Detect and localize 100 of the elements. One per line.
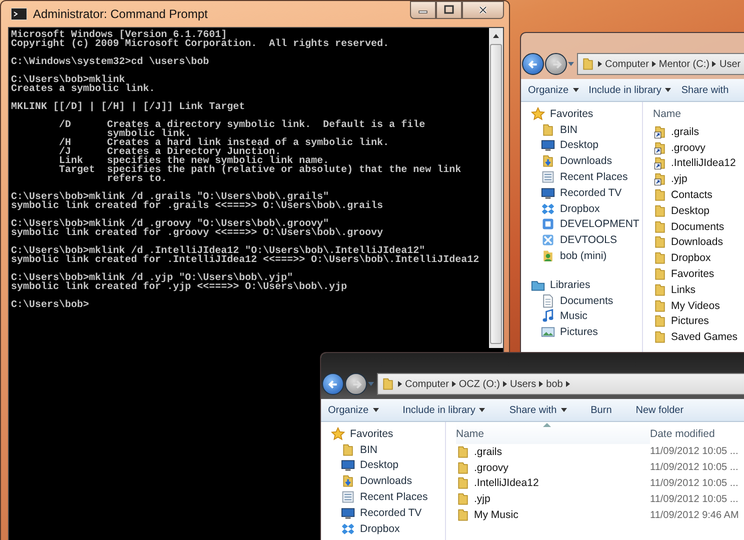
file-row[interactable]: .IntelliJIdea12 11/09/2012 10:05 ...	[456, 476, 744, 492]
console-icon	[11, 8, 27, 20]
nav-item[interactable]: Recorded TV	[531, 184, 642, 201]
nav-item[interactable]: Dropbox	[531, 200, 642, 217]
file-row[interactable]: .groovy	[653, 140, 744, 156]
file-row[interactable]: Contacts	[653, 187, 744, 203]
file-row[interactable]: My Music 11/09/2012 9:46 AM	[456, 507, 744, 523]
file-row[interactable]: Saved Games	[653, 329, 744, 346]
toolbar-button[interactable]: Organize	[323, 402, 384, 418]
console-line: /H Creates a hard link instead of a symbolic link.	[58, 139, 390, 148]
file-row[interactable]: Downloads	[653, 234, 744, 250]
nav-item[interactable]: Recent Places	[331, 489, 445, 505]
toolbar-button[interactable]: Share with	[676, 82, 734, 98]
breadcrumb[interactable]: Users	[510, 378, 536, 390]
history-caret-icon	[368, 382, 374, 386]
file-row[interactable]: Desktop	[653, 202, 744, 219]
nav-item[interactable]: Documents	[531, 292, 642, 309]
scrollbar[interactable]	[489, 28, 503, 348]
file-name: .grails	[474, 446, 502, 458]
nav-group[interactable]: Libraries	[531, 276, 642, 293]
document-icon	[541, 294, 555, 308]
breadcrumb[interactable]: Computer	[405, 378, 449, 390]
file-row[interactable]: Links	[653, 282, 744, 298]
nav-item[interactable]: Recent Places	[531, 169, 642, 185]
file-row[interactable]: Pictures	[653, 314, 744, 330]
file-row[interactable]: .grails 11/09/2012 10:05 ...	[456, 444, 744, 460]
forward-arrow-icon	[550, 58, 562, 70]
file-row[interactable]: .IntelliJIdea12	[653, 156, 744, 172]
nav-group[interactable]: Favorites	[531, 106, 642, 122]
console-line: Creates a symbolic link.	[11, 85, 156, 94]
maximize-button[interactable]	[436, 1, 462, 19]
file-row[interactable]: .yjp 11/09/2012 10:05 ...	[456, 491, 744, 508]
nav-item[interactable]: DEVTOOLS	[531, 232, 642, 248]
column-header[interactable]: Date modified	[650, 422, 715, 444]
toolbar-button[interactable]: Share with	[504, 402, 572, 418]
column-header[interactable]: Name	[653, 102, 744, 124]
toolbar-button[interactable]: Include in library	[398, 402, 490, 418]
nav-item[interactable]: Downloads	[331, 473, 445, 490]
file-name: .yjp	[671, 173, 688, 186]
back-button[interactable]	[322, 373, 344, 395]
file-row[interactable]: My Videos	[653, 298, 744, 314]
caret-icon	[560, 408, 567, 412]
nav-item[interactable]: Recorded TV	[331, 504, 445, 521]
scrollbar-thumb[interactable]	[490, 44, 502, 344]
date-modified: 11/09/2012 10:05 ...	[650, 494, 738, 505]
breadcrumb[interactable]: Mentor (C:)	[658, 58, 710, 70]
music-note-icon	[541, 309, 555, 324]
console-line: C:\Users\bob>	[11, 301, 90, 310]
folder-icon	[381, 377, 395, 391]
breadcrumb-arrow-icon	[503, 381, 508, 387]
breadcrumb[interactable]: Computer	[605, 58, 649, 70]
dropbox-icon	[341, 522, 355, 536]
breadcrumb-arrow-icon	[539, 381, 544, 387]
file-row[interactable]: .grails	[653, 124, 744, 140]
forward-button[interactable]	[545, 53, 567, 75]
breadcrumb-arrow-icon	[398, 381, 402, 387]
toolbar-button[interactable]: Include in library	[584, 82, 676, 98]
console-line: refers to.	[106, 175, 168, 184]
file-name: Favorites	[671, 268, 714, 280]
console-line: C:\Users\bob>mklink /d .grails "O:\Users\bob\.grails"	[11, 193, 330, 202]
console-line: symbolic link created for .grails <<===>> O:\Users\bob\.grails	[11, 202, 384, 211]
breadcrumb[interactable]: OCZ (O:)	[458, 378, 500, 390]
toolbar-button[interactable]: Organize	[523, 82, 584, 98]
breadcrumb[interactable]: User	[719, 58, 741, 70]
file-name: .IntelliJIdea12	[671, 157, 736, 170]
file-row[interactable]: Favorites	[653, 266, 744, 282]
folder-icon	[541, 122, 555, 137]
forward-button[interactable]	[345, 373, 367, 395]
file-row[interactable]: .groovy 11/09/2012 10:05 ...	[456, 460, 744, 476]
file-row[interactable]: Documents	[653, 218, 744, 235]
minimize-button[interactable]	[410, 1, 436, 19]
file-row[interactable]: .yjp	[653, 171, 744, 188]
folder-icon	[341, 442, 355, 457]
history-caret-icon	[568, 62, 574, 66]
column-header[interactable]: Name	[456, 422, 650, 444]
nav-item[interactable]: BIN	[331, 442, 445, 458]
nav-item[interactable]: Downloads	[531, 153, 642, 170]
breadcrumb[interactable]: bob	[546, 378, 563, 390]
nav-group[interactable]: Favorites	[331, 426, 445, 442]
toolbar-button[interactable]: New folder	[630, 402, 689, 418]
address-bar[interactable]: Computer Mentor (C:) User	[577, 53, 744, 75]
nav-item[interactable]: Music	[531, 308, 642, 324]
address-bar[interactable]: Computer OCZ (O:) Users bob	[377, 373, 744, 395]
file-name: Saved Games	[671, 331, 738, 344]
nav-item[interactable]: bob (mini)	[531, 248, 642, 264]
monitor-icon	[341, 458, 355, 472]
nav-item[interactable]: Dropbox	[331, 520, 445, 537]
nav-item[interactable]: DEVELOPMENT	[531, 216, 642, 232]
caret-icon	[372, 408, 379, 412]
nav-item[interactable]: Desktop	[331, 458, 445, 474]
nav-item[interactable]: Desktop	[531, 138, 642, 154]
back-button[interactable]	[522, 53, 544, 75]
maximize-icon	[444, 5, 454, 15]
tools-icon	[541, 233, 555, 248]
nav-item[interactable]: Pictures	[531, 324, 642, 340]
toolbar-button[interactable]: Burn	[586, 402, 617, 418]
nav-item[interactable]: BIN	[531, 122, 642, 138]
recent-places-icon	[341, 490, 355, 504]
close-button[interactable]	[462, 1, 504, 19]
file-row[interactable]: Dropbox	[653, 250, 744, 266]
